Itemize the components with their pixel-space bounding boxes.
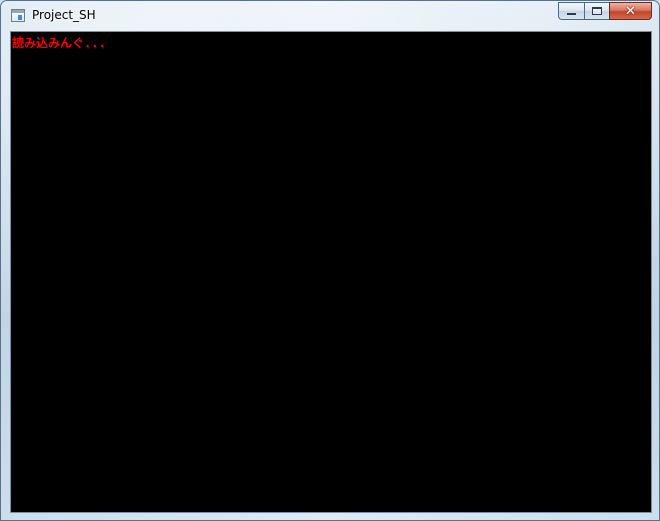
close-icon: ✕ [625,3,636,19]
app-window-icon[interactable] [11,9,25,22]
window-title: Project_SH [32,8,96,22]
maximize-icon [592,7,602,15]
close-button[interactable]: ✕ [609,2,652,20]
minimize-button[interactable] [558,2,584,20]
app-icon-pane-shape [18,15,22,20]
app-window: Project_SH ✕ 読み込みんぐ... [0,0,660,521]
client-area[interactable]: 読み込みんぐ... [10,31,652,513]
loading-status-text: 読み込みんぐ... [12,36,106,50]
title-bar[interactable]: Project_SH ✕ [1,1,659,31]
app-icon-titlebar-shape [12,10,24,13]
window-controls: ✕ [558,2,652,21]
minimize-icon [567,13,576,15]
maximize-button[interactable] [584,2,609,20]
